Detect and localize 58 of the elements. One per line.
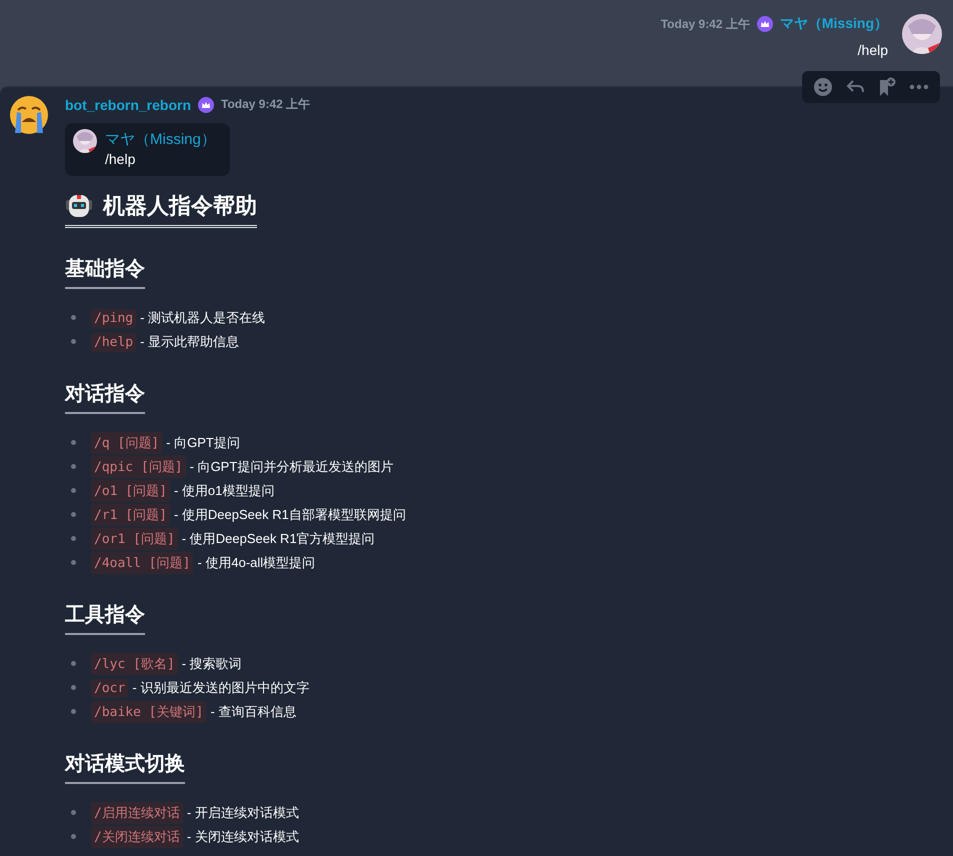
command-code: /4oall [问题] [91,552,194,574]
command-description: - 关闭连续对话模式 [186,828,299,846]
command-code: /baike [关键词] [91,701,206,723]
bullet-icon [71,512,76,517]
bullet-icon [71,440,76,445]
section-heading: 工具指令 [65,601,145,635]
command-code: /help [91,332,136,352]
bullet-icon [71,834,76,839]
bullet-icon [71,315,76,320]
bullet-icon [71,685,76,690]
command-description: - 搜索歌词 [182,655,242,673]
bullet-icon [71,339,76,344]
command-description: - 显示此帮助信息 [140,333,240,351]
command-code: /ping [91,308,136,328]
message-text: /help [858,42,888,58]
command-code: /关闭连续对话 [91,826,183,848]
avatar [902,14,942,54]
command-description: - 识别最近发送的图片中的文字 [132,679,310,697]
crying-face-icon [9,95,49,135]
command-description: - 测试机器人是否在线 [140,309,266,327]
command-code: /r1 [问题] [91,504,170,526]
section-heading: 对话模式切换 [65,750,185,784]
username[interactable]: マヤ（Missing） [780,15,888,33]
command-description: - 使用o1模型提问 [174,482,274,500]
bullet-icon [71,488,76,493]
quoted-username: マヤ（Missing） [105,130,216,149]
command-code: /启用连续对话 [91,802,183,824]
command-code: /ocr [91,678,128,698]
bullet-icon [71,536,76,541]
command-code: /qpic [问题] [91,456,186,478]
bullet-icon [71,560,76,565]
timestamp: Today 9:42 上午 [660,16,750,32]
command-code: /q [问题] [91,432,162,454]
command-description: - 向GPT提问并分析最近发送的图片 [190,458,394,476]
crown-badge-icon [198,96,214,112]
command-description: - 使用DeepSeek R1自部署模型联网提问 [174,506,406,524]
reply-quote[interactable]: マヤ（Missing） /help [65,123,230,176]
bullet-icon [71,709,76,714]
command-code: /o1 [问题] [91,480,170,502]
command-description: - 使用4o-all模型提问 [197,554,316,572]
timestamp: Today 9:42 上午 [221,96,310,113]
quoted-text: /help [105,151,136,167]
section-heading: 基础指令 [65,255,145,289]
bullet-icon [71,661,76,666]
command-code: /lyc [歌名] [91,653,178,675]
bot-username[interactable]: bot_reborn_reborn [65,96,192,112]
bullet-icon [71,464,76,469]
help-title: 机器人指令帮助 [103,192,257,220]
crown-badge-icon [756,16,773,32]
section-heading: 对话指令 [65,380,145,414]
command-code: /or1 [问题] [91,528,178,550]
bullet-icon [71,810,76,815]
robot-icon [65,193,93,219]
command-description: - 向GPT提问 [166,434,240,452]
avatar [73,129,97,153]
command-description: - 查询百科信息 [210,703,296,721]
command-description: - 使用DeepSeek R1官方模型提问 [182,530,375,548]
command-description: - 开启连续对话模式 [186,804,299,822]
